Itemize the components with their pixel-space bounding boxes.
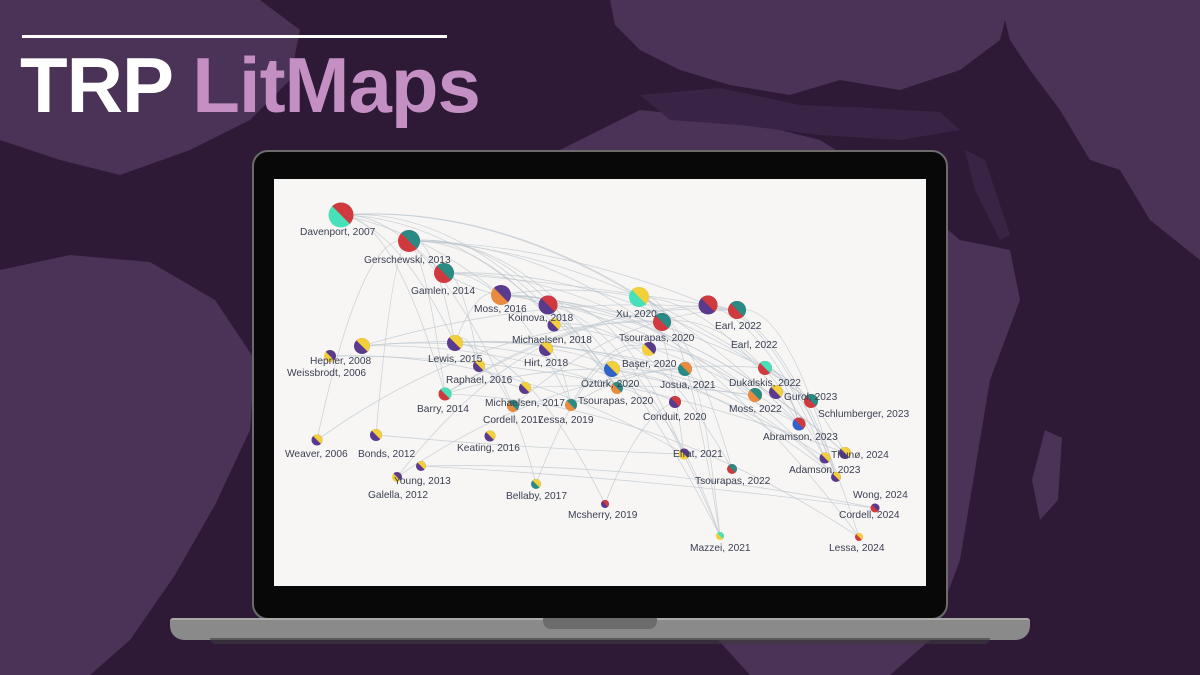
paper-node[interactable] (354, 338, 370, 354)
title-rule (22, 35, 447, 38)
laptop-notch (543, 618, 657, 629)
paper-label[interactable]: Tsourapas, 2020 (578, 396, 654, 407)
paper-label[interactable]: Young, 2013 (394, 476, 451, 487)
laptop-foot (210, 638, 990, 644)
paper-label[interactable]: Tsourapas, 2022 (695, 476, 771, 487)
paper-node[interactable] (565, 399, 577, 411)
paper-label[interactable]: Weissbrodt, 2006 (287, 368, 366, 379)
paper-label[interactable]: Barry, 2014 (417, 404, 469, 415)
paper-node[interactable] (669, 396, 681, 408)
paper-node[interactable] (370, 429, 382, 441)
paper-node[interactable] (491, 285, 511, 305)
paper-node[interactable] (416, 461, 426, 471)
paper-label[interactable]: Koinova, 2018 (508, 313, 573, 324)
paper-node[interactable] (398, 230, 420, 252)
paper-label[interactable]: Abramson, 2023 (763, 432, 838, 443)
paper-node[interactable] (727, 464, 737, 474)
paper-label[interactable]: Gamlen, 2014 (411, 286, 475, 297)
paper-node[interactable] (698, 295, 718, 315)
paper-node[interactable] (819, 452, 831, 464)
citation-edge (443, 272, 709, 306)
paper-label[interactable]: Gerschewski, 2013 (364, 255, 451, 266)
page-title: TRP LitMaps (20, 46, 481, 124)
paper-node[interactable] (678, 362, 692, 376)
paper-label[interactable]: Mcsherry, 2019 (568, 510, 638, 521)
paper-node[interactable] (484, 430, 496, 442)
paper-label[interactable]: Tsourapas, 2020 (619, 333, 695, 344)
asia-landmass (1000, 0, 1200, 260)
paper-label[interactable]: Moss, 2022 (729, 404, 782, 415)
paper-node[interactable] (311, 434, 323, 446)
paper-node[interactable] (531, 479, 541, 489)
europe-landmass (610, 0, 1010, 95)
paper-label[interactable]: Lewis, 2015 (428, 354, 483, 365)
paper-label[interactable]: Cordell, 2024 (839, 510, 900, 521)
paper-node[interactable] (629, 287, 649, 307)
paper-node[interactable] (748, 388, 762, 402)
paper-label[interactable]: Efrat, 2021 (673, 449, 723, 460)
paper-node[interactable] (728, 301, 746, 319)
paper-label[interactable]: Josua, 2021 (660, 380, 716, 391)
title-word-trp: TRP (20, 41, 173, 129)
paper-label[interactable]: Bellaby, 2017 (506, 491, 567, 502)
paper-label[interactable]: Michaelsen, 2017 (485, 398, 565, 409)
citation-edge (361, 342, 676, 403)
paper-node[interactable] (758, 361, 772, 375)
paper-node[interactable] (447, 335, 463, 351)
paper-label[interactable]: Mazzei, 2021 (690, 543, 751, 554)
paper-label[interactable]: Öztürk, 2020 (581, 378, 640, 390)
paper-label[interactable]: Başer, 2020 (622, 359, 677, 370)
paper-label[interactable]: Galella, 2012 (368, 490, 428, 501)
paper-label[interactable]: Bonds, 2012 (358, 449, 416, 460)
paper-label[interactable]: Conduit, 2020 (643, 412, 707, 423)
paper-label[interactable]: Earl, 2022 (731, 340, 778, 351)
paper-label[interactable]: Hepner, 2008 (310, 356, 372, 367)
paper-label[interactable]: Cordell, 2017 (483, 415, 544, 426)
paper-label[interactable]: Dukalskis, 2022 (729, 378, 801, 389)
paper-label[interactable]: Hirt, 2018 (524, 358, 569, 369)
laptop-screen: Davenport, 2007 Gerschewski, 2013 Gamlen, … (274, 179, 926, 586)
paper-label[interactable]: Earl, 2022 (715, 321, 762, 332)
paper-label[interactable]: Thunø, 2024 (831, 450, 889, 461)
paper-node[interactable] (328, 202, 354, 228)
paper-node[interactable] (434, 263, 454, 283)
paper-node[interactable] (642, 342, 656, 356)
paper-label[interactable]: Keating, 2016 (457, 443, 520, 454)
paper-node[interactable] (438, 387, 452, 401)
citation-edge (375, 434, 685, 455)
citation-edge (375, 240, 410, 436)
paper-label[interactable]: Raphael, 2016 (446, 375, 513, 386)
paper-label[interactable]: Lessa, 2024 (829, 543, 885, 554)
paper-node[interactable] (604, 360, 620, 377)
paper-label[interactable]: Wong, 2024 (853, 490, 908, 501)
south-america-landmass (0, 255, 255, 675)
paper-label[interactable]: Gurol, 2023 (784, 392, 838, 403)
red-sea (965, 150, 1010, 240)
paper-label[interactable]: Xu, 2020 (616, 309, 657, 320)
paper-node[interactable] (538, 295, 558, 315)
paper-label[interactable]: Davenport, 2007 (300, 227, 376, 238)
title-word-litmaps: LitMaps (192, 41, 481, 129)
paper-label[interactable]: Michaelsen, 2018 (512, 335, 592, 346)
citation-network-map: Davenport, 2007 Gerschewski, 2013 Gamlen, … (285, 202, 910, 554)
paper-node[interactable] (716, 532, 724, 540)
paper-node[interactable] (601, 500, 609, 508)
madagascar-landmass (1032, 430, 1062, 520)
paper-node[interactable] (519, 381, 531, 394)
paper-label[interactable]: Weaver, 2006 (285, 449, 348, 460)
paper-node[interactable] (855, 533, 863, 541)
paper-label[interactable]: Lessa, 2019 (538, 415, 594, 426)
paper-label[interactable]: Schlumberger, 2023 (818, 409, 910, 420)
paper-label[interactable]: Adamson, 2023 (789, 465, 861, 476)
paper-node[interactable] (792, 417, 806, 431)
